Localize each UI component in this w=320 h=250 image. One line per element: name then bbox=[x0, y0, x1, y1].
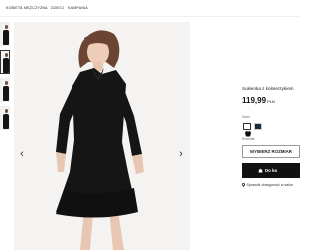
model-in-dress-image bbox=[14, 22, 190, 250]
add-to-cart-label: Do ko bbox=[265, 168, 278, 173]
location-pin-icon bbox=[242, 183, 245, 187]
store-link-label: Sprawdź dostępność w salon bbox=[246, 183, 294, 187]
select-size-button[interactable]: WYBIERZ ROZMIAR bbox=[242, 145, 300, 158]
color-label: Kolor bbox=[242, 115, 250, 119]
chevron-left-icon[interactable]: ‹ bbox=[16, 146, 28, 162]
nav-item-kampania[interactable]: KAMPANIA bbox=[68, 6, 88, 10]
thumbnail-4[interactable] bbox=[0, 106, 10, 130]
price-currency: PLN bbox=[267, 99, 275, 104]
size-label: Rozmiar bbox=[242, 137, 255, 141]
thumbnail-2[interactable] bbox=[0, 50, 10, 74]
product-photo: ‹ › bbox=[14, 22, 190, 250]
product-name: Sukienka z kołnierzykiem bbox=[242, 86, 294, 91]
color-swatch-navy[interactable] bbox=[254, 123, 262, 130]
check-store-availability-link[interactable]: Sprawdź dostępność w salon bbox=[242, 183, 293, 187]
top-navigation: KOBIETA MĘŻCZYZNA DZIECI KAMPANIA bbox=[0, 0, 300, 18]
price-value: 119,99 bbox=[242, 96, 267, 105]
nav-item-dzieci[interactable]: DZIECI bbox=[51, 6, 64, 10]
add-to-cart-button[interactable]: Do ko bbox=[242, 163, 300, 178]
thumbnail-1[interactable] bbox=[0, 22, 10, 46]
color-swatch-black[interactable] bbox=[243, 123, 251, 137]
nav-item-kobieta[interactable]: KOBIETA bbox=[6, 6, 23, 10]
bag-icon bbox=[258, 168, 263, 173]
chevron-right-icon[interactable]: › bbox=[175, 146, 187, 162]
nav-divider bbox=[0, 16, 300, 17]
product-price: 119,99PLN bbox=[242, 96, 275, 105]
thumbnail-3[interactable] bbox=[0, 78, 10, 102]
nav-item-mezczyzna[interactable]: MĘŻCZYZNA bbox=[24, 6, 48, 10]
